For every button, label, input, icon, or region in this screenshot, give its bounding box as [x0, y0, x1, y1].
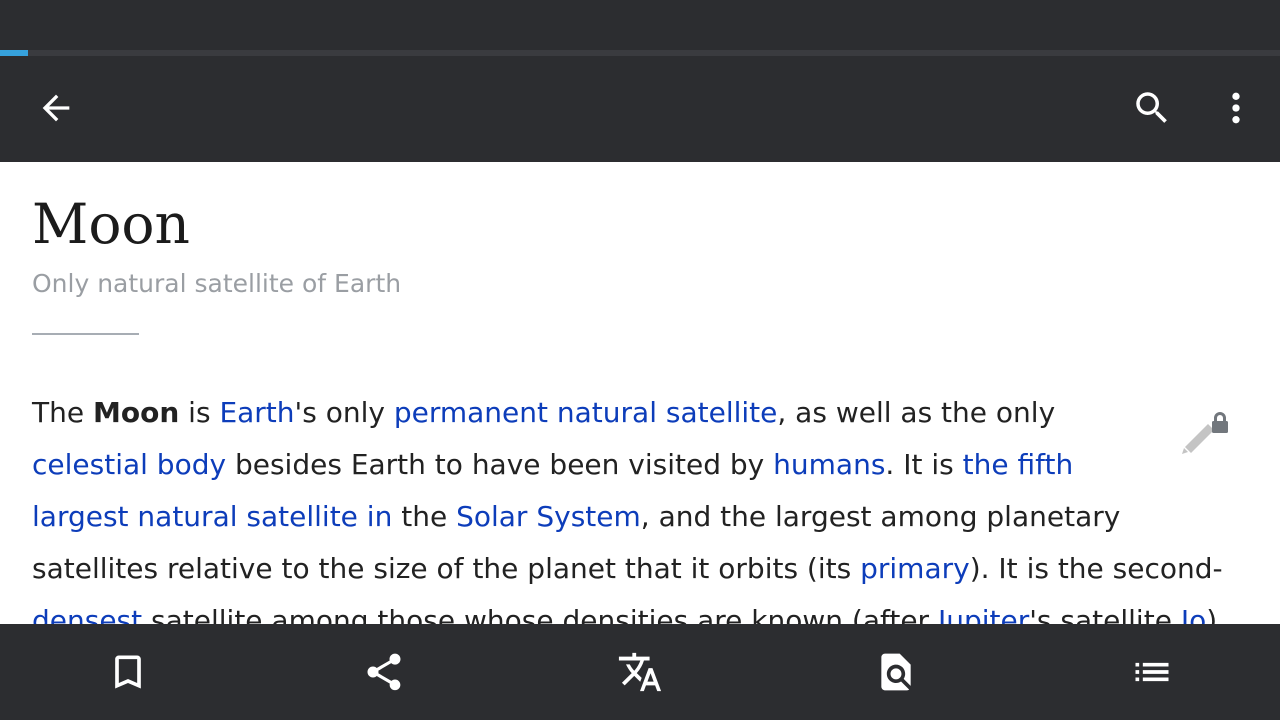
article-text: , as well as the only	[777, 396, 1056, 429]
article-text: 's satellite	[1029, 604, 1181, 624]
bookmark-icon	[115, 655, 141, 689]
bottom-action-bar	[0, 624, 1280, 720]
article-link[interactable]: Io	[1181, 604, 1206, 624]
article-link[interactable]: largest natural satellite in	[32, 500, 392, 533]
search-button[interactable]	[1120, 80, 1184, 136]
article-link[interactable]: Jupiter	[938, 604, 1029, 624]
article-text: , and the largest among planetary	[640, 500, 1121, 533]
translate-icon	[618, 652, 662, 692]
article-link[interactable]: humans	[773, 448, 885, 481]
article-bold-text: Moon	[92, 396, 180, 429]
article-link[interactable]: Earth	[219, 396, 294, 429]
share-button[interactable]	[352, 644, 416, 700]
arrow-left-icon	[42, 94, 70, 122]
more-options-button[interactable]	[1208, 80, 1264, 136]
article-content[interactable]: Moon Only natural satellite of Earth The…	[0, 162, 1280, 624]
status-bar	[0, 0, 1280, 50]
article-link[interactable]: densest	[32, 604, 142, 624]
article-link[interactable]: permanent natural satellite	[394, 396, 778, 429]
article-text: satellite among those whose densities ar…	[142, 604, 938, 624]
article-text: 's only	[294, 396, 394, 429]
article-title: Moon	[32, 192, 190, 256]
article-link[interactable]: primary	[860, 552, 970, 585]
article-text: besides Earth to have been visited by	[226, 448, 774, 481]
share-icon	[367, 653, 401, 691]
back-button[interactable]	[24, 80, 88, 136]
title-divider	[32, 333, 139, 335]
translate-button[interactable]	[608, 644, 672, 700]
find-in-page-button[interactable]	[864, 644, 928, 700]
article-link[interactable]: the fifth	[963, 448, 1074, 481]
article-lead-paragraph: The Moon is Earth's only permanent natur…	[32, 387, 1232, 624]
article-text: the	[392, 500, 457, 533]
table-of-contents-icon	[1135, 662, 1169, 682]
article-text: . It is	[885, 448, 963, 481]
toolbar	[0, 56, 1280, 162]
search-icon	[1136, 92, 1167, 123]
table-of-contents-button[interactable]	[1120, 644, 1184, 700]
article-description: Only natural satellite of Earth	[32, 269, 402, 298]
article-text: )	[1206, 604, 1218, 624]
article-text: ). It is the second-	[969, 552, 1223, 585]
article-link[interactable]: Solar System	[456, 500, 641, 533]
more-vert-icon	[1232, 92, 1240, 124]
article-text: The	[32, 396, 93, 429]
find-in-page-icon	[881, 653, 911, 691]
bookmark-button[interactable]	[96, 644, 160, 700]
article-text: satellites relative to the size of the p…	[32, 552, 861, 585]
article-link[interactable]: celestial body	[32, 448, 226, 481]
article-text: is	[179, 396, 220, 429]
